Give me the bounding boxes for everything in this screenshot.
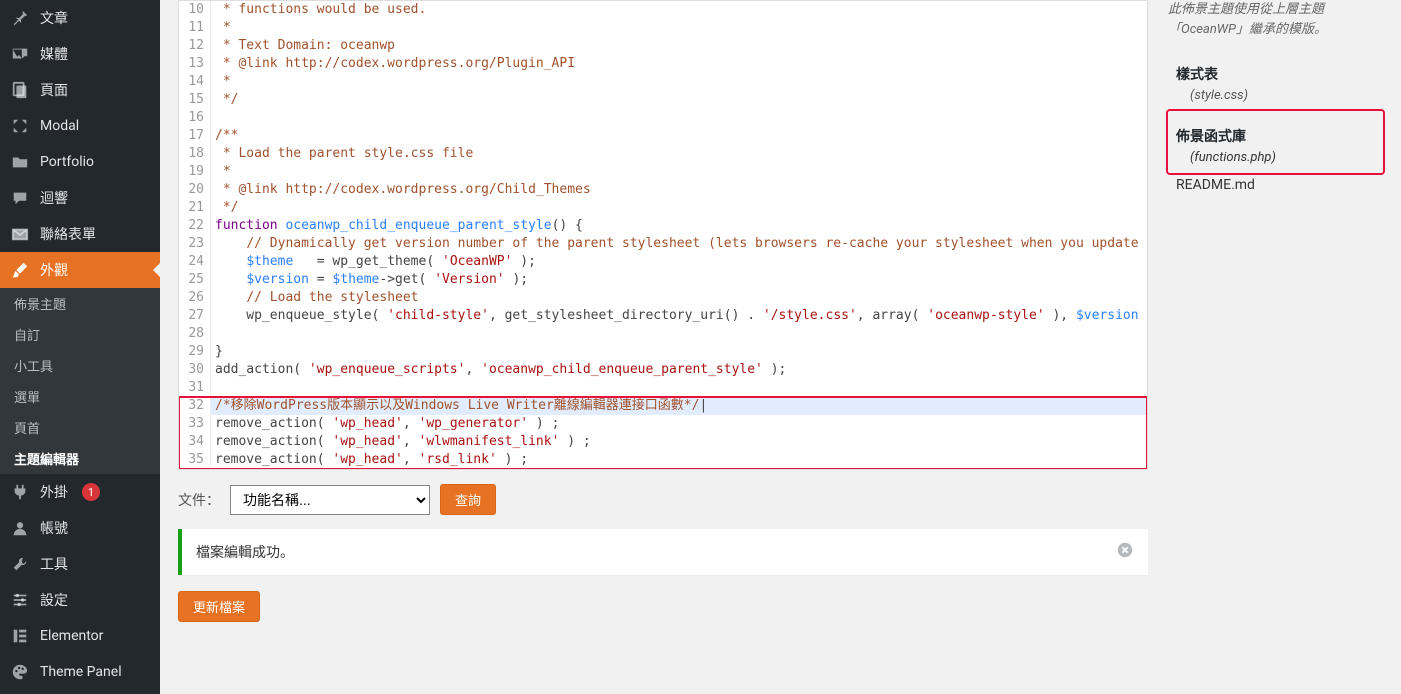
submenu-item[interactable]: 小工具: [0, 350, 160, 381]
menu-label: 頁面: [40, 80, 68, 100]
menu-label: 聯絡表單: [40, 224, 96, 244]
menu-label: Portfolio: [40, 154, 94, 170]
submenu-item[interactable]: 主題編輯器: [0, 443, 160, 474]
code-line: 17/**: [179, 127, 1147, 145]
code-line: 35remove_action( 'wp_head', 'rsd_link' )…: [179, 451, 1147, 469]
file-style[interactable]: 樣式表 (style.css): [1168, 49, 1383, 111]
menu-label: 文章: [40, 8, 68, 28]
code-editor[interactable]: 10 * functions would be used.11 *12 * Te…: [178, 0, 1148, 470]
media-icon: [10, 44, 30, 64]
menu-users[interactable]: 帳號: [0, 510, 160, 546]
elementor-icon: [10, 626, 30, 646]
menu-label: 媒體: [40, 44, 68, 64]
function-select[interactable]: 功能名稱...: [230, 485, 430, 515]
menu-label: 帳號: [40, 518, 68, 538]
notice-message: 檔案編輯成功。: [196, 542, 294, 562]
pages-icon: [10, 80, 30, 100]
code-line: 32/*移除WordPress版本顯示以及Windows Live Writer…: [179, 397, 1147, 415]
admin-sidebar: 文章媒體頁面 Modal Portfolio 迴響聯絡表單外觀佈景主題自訂小工具選單頁…: [0, 0, 160, 694]
file-title: 佈景函式庫: [1176, 126, 1375, 146]
code-line: 22function oceanwp_child_enqueue_parent_…: [179, 217, 1147, 235]
file-readme[interactable]: README.md: [1168, 173, 1383, 197]
code-line: 20 * @link http://codex.wordpress.org/Ch…: [179, 181, 1147, 199]
wrench-icon: [10, 554, 30, 574]
menu-posts[interactable]: 文章: [0, 0, 160, 36]
update-badge: 1: [82, 483, 100, 501]
success-notice: 檔案編輯成功。: [178, 529, 1148, 575]
menu-label: Elementor: [40, 628, 103, 644]
folder-icon: [10, 152, 30, 172]
menu-elementor[interactable]: Elementor: [0, 618, 160, 654]
expand-icon: [10, 116, 30, 136]
menu-label: Modal: [40, 118, 79, 134]
file-functions[interactable]: 佈景函式庫 (functions.php): [1168, 111, 1383, 173]
menu-modal[interactable]: Modal: [0, 108, 160, 144]
code-line: 15 */: [179, 91, 1147, 109]
menu-contact[interactable]: 聯絡表單: [0, 216, 160, 252]
menu-theme-panel[interactable]: Theme Panel: [0, 654, 160, 690]
update-file-button[interactable]: 更新檔案: [178, 591, 260, 622]
code-line: 23 // Dynamically get version number of …: [179, 235, 1147, 253]
submenu-item[interactable]: 選單: [0, 381, 160, 412]
menu-tools[interactable]: 工具: [0, 546, 160, 582]
close-icon: [1116, 541, 1134, 559]
menu-label: 設定: [40, 590, 68, 610]
menu-label: 外掛: [40, 482, 68, 502]
code-line: 10 * functions would be used.: [179, 1, 1147, 19]
file-label: 文件：: [178, 490, 220, 510]
menu-portfolio[interactable]: Portfolio: [0, 144, 160, 180]
file-title: 樣式表: [1176, 64, 1375, 84]
mail-icon: [10, 224, 30, 244]
code-line: 24 $theme = wp_get_theme( 'OceanWP' );: [179, 253, 1147, 271]
main-content: 10 * functions would be used.11 *12 * Te…: [160, 0, 1401, 694]
palette-icon: [10, 662, 30, 682]
menu-media[interactable]: 媒體: [0, 36, 160, 72]
code-line: 29}: [179, 343, 1147, 361]
menu-pages[interactable]: 頁面: [0, 72, 160, 108]
menu-label: 迴響: [40, 188, 68, 208]
code-line: 13 * @link http://codex.wordpress.org/Pl…: [179, 55, 1147, 73]
submenu-item[interactable]: 佈景主題: [0, 288, 160, 319]
user-icon: [10, 518, 30, 538]
code-line: 14 *: [179, 73, 1147, 91]
comment-icon: [10, 188, 30, 208]
code-line: 12 * Text Domain: oceanwp: [179, 37, 1147, 55]
code-line: 26 // Load the stylesheet: [179, 289, 1147, 307]
code-line: 31: [179, 379, 1147, 397]
file-sub: (functions.php): [1190, 150, 1375, 165]
file-sub: (style.css): [1190, 88, 1375, 103]
code-line: 18 * Load the parent style.css file: [179, 145, 1147, 163]
menu-comments[interactable]: 迴響: [0, 180, 160, 216]
menu-label: 工具: [40, 554, 68, 574]
lookup-button[interactable]: 查詢: [440, 484, 496, 515]
inherit-hint: 此佈景主題使用從上層主題「OceanWP」繼承的模版。: [1168, 0, 1383, 39]
menu-settings[interactable]: 設定: [0, 582, 160, 618]
menu-label: Theme Panel: [40, 664, 122, 680]
menu-plugins[interactable]: 外掛 1: [0, 474, 160, 510]
code-line: 21 */: [179, 199, 1147, 217]
code-line: 11 *: [179, 19, 1147, 37]
code-line: 28: [179, 325, 1147, 343]
menu-appearance[interactable]: 外觀: [0, 252, 160, 288]
sliders-icon: [10, 590, 30, 610]
submenu-item[interactable]: 頁首: [0, 412, 160, 443]
brush-icon: [10, 260, 30, 280]
code-line: 25 $version = $theme->get( 'Version' );: [179, 271, 1147, 289]
menu-label: 外觀: [40, 260, 68, 280]
code-line: 30add_action( 'wp_enqueue_scripts', 'oce…: [179, 361, 1147, 379]
code-line: 19 *: [179, 163, 1147, 181]
code-line: 33remove_action( 'wp_head', 'wp_generato…: [179, 415, 1147, 433]
code-line: 16: [179, 109, 1147, 127]
code-line: 34remove_action( 'wp_head', 'wlwmanifest…: [179, 433, 1147, 451]
theme-files-panel: 此佈景主題使用從上層主題「OceanWP」繼承的模版。 樣式表 (style.cs…: [1168, 0, 1383, 622]
plug-icon: [10, 482, 30, 502]
code-line: 27 wp_enqueue_style( 'child-style', get_…: [179, 307, 1147, 325]
submenu-item[interactable]: 自訂: [0, 319, 160, 350]
dismiss-notice-button[interactable]: [1116, 541, 1134, 563]
